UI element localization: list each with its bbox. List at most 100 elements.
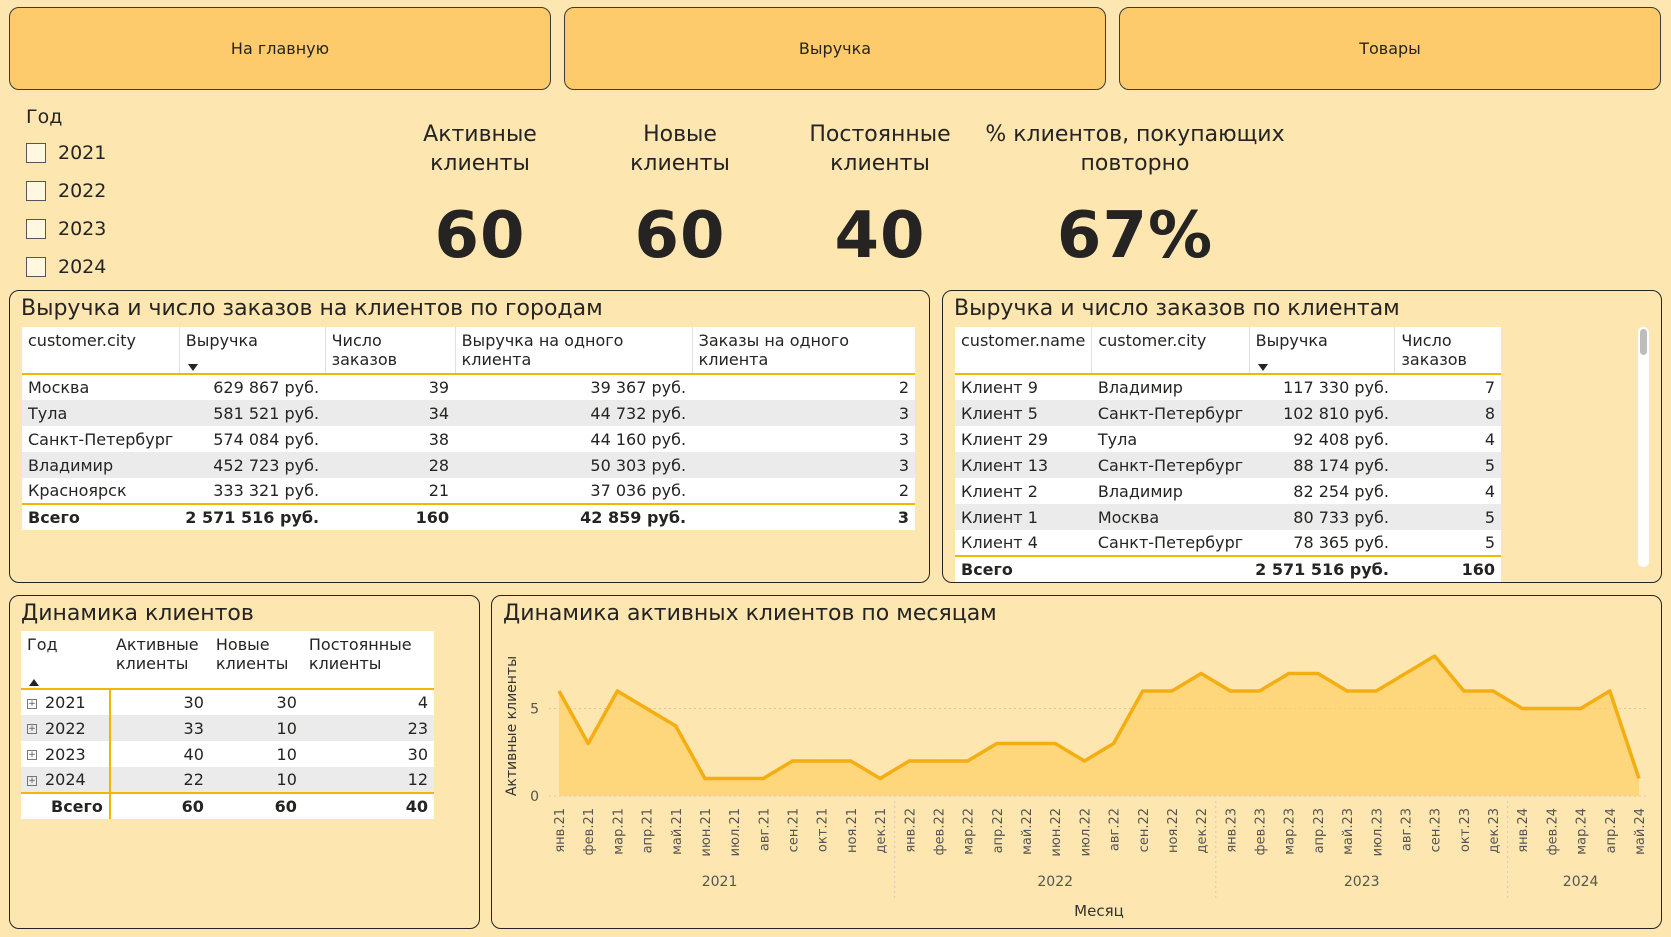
data-point[interactable]	[1637, 777, 1641, 781]
checkbox[interactable]	[26, 257, 46, 277]
table-row[interactable]: Клиент 29 Тула 92 408 руб. 4	[955, 426, 1501, 452]
col-header[interactable]: Активные клиенты	[109, 631, 210, 690]
data-point[interactable]	[1579, 707, 1583, 711]
data-point[interactable]	[732, 777, 736, 781]
data-point[interactable]	[849, 759, 853, 763]
x-tick-label: апр.22	[991, 808, 1006, 853]
data-point[interactable]	[907, 759, 911, 763]
year-option-2021[interactable]: 2021	[26, 134, 106, 172]
data-point[interactable]	[1345, 689, 1349, 693]
data-point[interactable]	[1608, 689, 1612, 693]
data-point[interactable]	[1403, 672, 1407, 676]
col-header[interactable]: Выручка	[1248, 327, 1395, 375]
data-point[interactable]	[995, 742, 999, 746]
data-point[interactable]	[1258, 689, 1262, 693]
table-row[interactable]: Красноярск 333 321 руб. 21 37 036 руб. 2	[22, 478, 915, 504]
table-cell: Тула	[22, 400, 180, 426]
x-tick-label: июл.23	[1370, 808, 1385, 856]
table-cell: 22	[108, 767, 210, 793]
data-point[interactable]	[1228, 689, 1232, 693]
data-point[interactable]	[1024, 742, 1028, 746]
data-point[interactable]	[1462, 689, 1466, 693]
table-row[interactable]: Клиент 5 Санкт-Петербург 102 810 руб. 8	[955, 400, 1501, 426]
col-header[interactable]: Выручка	[178, 327, 326, 375]
dynamics-table[interactable]: Год Активные клиенты Новые клиенты Посто…	[21, 631, 434, 819]
data-point[interactable]	[674, 724, 678, 728]
data-point[interactable]	[1082, 759, 1086, 763]
total-row: Всего 2 571 516 руб. 160 42 859 руб. 3	[22, 503, 915, 530]
table-row[interactable]: Клиент 4 Санкт-Петербург 78 365 руб. 5	[955, 530, 1501, 556]
col-header[interactable]: Постоянные клиенты	[302, 631, 434, 690]
x-tick-label: май.22	[1020, 808, 1035, 855]
col-header[interactable]: Новые клиенты	[209, 631, 303, 690]
table-row[interactable]: Клиент 1 Москва 80 733 руб. 5	[955, 504, 1501, 530]
checkbox[interactable]	[26, 219, 46, 239]
client-table[interactable]: customer.name customer.city Выручка Числ…	[955, 327, 1501, 582]
table-row[interactable]: +2023 40 10 30	[21, 741, 434, 767]
col-header[interactable]: customer.city	[1091, 327, 1250, 375]
data-point[interactable]	[1287, 672, 1291, 676]
home-button[interactable]: На главную	[9, 7, 551, 90]
data-point[interactable]	[791, 759, 795, 763]
products-button[interactable]: Товары	[1119, 7, 1661, 90]
checkbox[interactable]	[26, 143, 46, 163]
data-point[interactable]	[586, 742, 590, 746]
revenue-button[interactable]: Выручка	[564, 7, 1106, 90]
year-option-2023[interactable]: 2023	[26, 210, 106, 248]
table-row[interactable]: Москва 629 867 руб. 39 39 367 руб. 2	[22, 374, 915, 400]
table-cell: Клиент 4	[955, 530, 1092, 556]
table-row[interactable]: Санкт-Петербург 574 084 руб. 38 44 160 руб.…	[22, 426, 915, 452]
table-row[interactable]: +2024 22 10 12	[21, 767, 434, 793]
table-row[interactable]: +2022 33 10 23	[21, 715, 434, 741]
data-point[interactable]	[966, 759, 970, 763]
data-point[interactable]	[1053, 742, 1057, 746]
col-header[interactable]: Число заказов	[324, 327, 456, 375]
x-tick-label: авг.23	[1399, 808, 1414, 851]
expand-icon[interactable]: +	[27, 724, 37, 734]
data-point[interactable]	[557, 689, 561, 693]
col-header[interactable]: customer.city	[22, 327, 180, 375]
data-point[interactable]	[615, 689, 619, 693]
data-point[interactable]	[1491, 689, 1495, 693]
city-table[interactable]: customer.city Выручка Число заказов Выру…	[22, 327, 915, 530]
data-point[interactable]	[1199, 672, 1203, 676]
data-point[interactable]	[1520, 707, 1524, 711]
col-header[interactable]: Заказы на одного клиента	[691, 327, 915, 375]
table-cell: 30	[302, 741, 434, 767]
active-clients-chart[interactable]: 0 5 янв.21 фев.21 мар.21 апр.21 май.21 июн.21 ию…	[494, 626, 1659, 926]
year-option-2022[interactable]: 2022	[26, 172, 106, 210]
data-point[interactable]	[703, 777, 707, 781]
checkbox[interactable]	[26, 181, 46, 201]
data-point[interactable]	[1549, 707, 1553, 711]
expand-icon[interactable]: +	[27, 775, 37, 786]
data-point[interactable]	[645, 707, 649, 711]
data-point[interactable]	[1433, 654, 1437, 658]
col-header[interactable]: Выручка на одного клиента	[454, 327, 693, 375]
data-point[interactable]	[1112, 742, 1116, 746]
table-cell: 5	[1394, 452, 1501, 478]
scroll-track[interactable]	[1638, 327, 1649, 567]
data-point[interactable]	[1170, 689, 1174, 693]
data-point[interactable]	[820, 759, 824, 763]
data-point[interactable]	[936, 759, 940, 763]
data-point[interactable]	[1141, 689, 1145, 693]
data-point[interactable]	[878, 777, 882, 781]
data-point[interactable]	[1374, 689, 1378, 693]
table-row[interactable]: +2021 30 30 4	[21, 689, 434, 715]
table-cell: 39	[325, 374, 456, 400]
table-row[interactable]: Клиент 9 Владимир 117 330 руб. 7	[955, 374, 1501, 400]
table-row[interactable]: Клиент 13 Санкт-Петербург 88 174 руб. 5	[955, 452, 1501, 478]
scrollbar-thumb[interactable]	[1640, 329, 1647, 355]
table-row[interactable]: Клиент 2 Владимир 82 254 руб. 4	[955, 478, 1501, 504]
col-header[interactable]: customer.name	[955, 327, 1092, 375]
col-header[interactable]: Год	[21, 631, 110, 690]
table-row[interactable]: Владимир 452 723 руб. 28 50 303 руб. 3	[22, 452, 915, 478]
data-point[interactable]	[1316, 672, 1320, 676]
data-point[interactable]	[761, 777, 765, 781]
expand-icon[interactable]: +	[27, 698, 37, 709]
col-header[interactable]: Число заказов	[1394, 327, 1501, 375]
chart-title: Динамика активных клиентов по месяцам	[503, 601, 997, 626]
table-row[interactable]: Тула 581 521 руб. 34 44 732 руб. 3	[22, 400, 915, 426]
year-option-2024[interactable]: 2024	[26, 248, 106, 286]
expand-icon[interactable]: +	[27, 750, 37, 760]
